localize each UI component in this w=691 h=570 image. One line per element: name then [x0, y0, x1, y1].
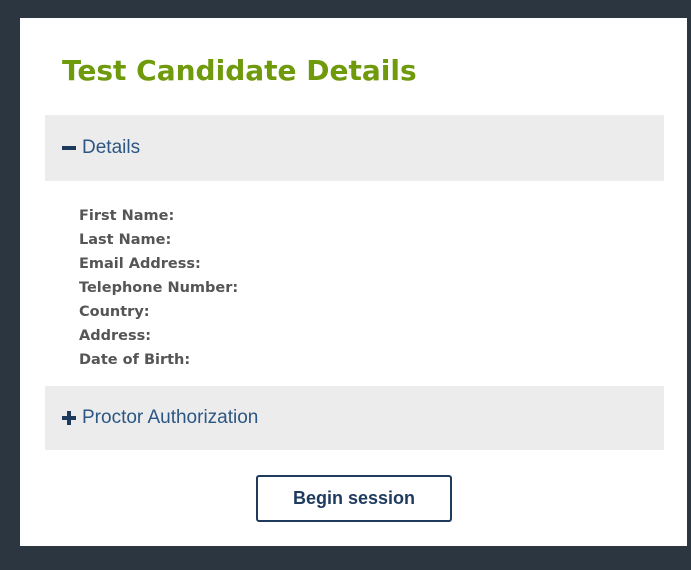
- minus-icon: [62, 141, 76, 155]
- field-first-name: First Name:: [79, 208, 175, 224]
- proctor-section-label: Proctor Authorization: [82, 407, 259, 428]
- candidate-fields-list: First Name: Last Name: Email Address: Te…: [79, 204, 238, 372]
- proctor-authorization-section-toggle[interactable]: Proctor Authorization: [45, 386, 664, 450]
- candidate-details-panel: Test Candidate Details Details First Nam…: [20, 18, 687, 546]
- field-telephone-number: Telephone Number:: [79, 280, 239, 296]
- field-date-of-birth: Date of Birth:: [79, 352, 191, 368]
- window-frame: Test Candidate Details Details First Nam…: [0, 0, 691, 570]
- details-section-toggle[interactable]: Details: [45, 115, 664, 181]
- field-address: Address:: [79, 328, 152, 344]
- details-section-label: Details: [82, 137, 141, 158]
- plus-icon: [62, 411, 76, 425]
- field-email-address: Email Address:: [79, 256, 201, 272]
- field-country: Country:: [79, 304, 150, 320]
- page-title: Test Candidate Details: [62, 54, 417, 87]
- begin-session-button[interactable]: Begin session: [256, 475, 452, 522]
- field-last-name: Last Name:: [79, 232, 172, 248]
